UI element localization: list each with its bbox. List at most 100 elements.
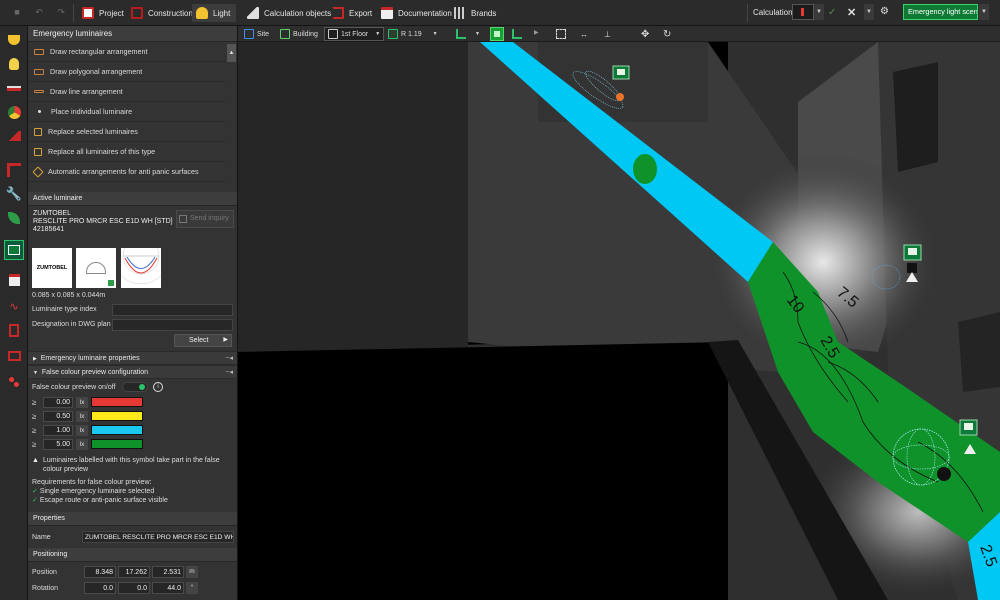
tool-colour[interactable] bbox=[4, 102, 24, 122]
tool-plant[interactable] bbox=[4, 208, 24, 228]
save-icon[interactable]: ■ bbox=[12, 7, 22, 17]
colour-swatch-yellow[interactable] bbox=[91, 411, 143, 421]
rotation-z-input[interactable]: 44.0 bbox=[152, 582, 184, 594]
gear-icon[interactable]: ⚙ bbox=[880, 6, 889, 17]
list-item-line[interactable]: Draw line arrangement bbox=[28, 82, 226, 102]
chevron-down-icon: ▼ bbox=[33, 370, 38, 376]
measure-icon: ↔ bbox=[580, 29, 588, 39]
chevron-right-icon: ▶ bbox=[223, 337, 228, 343]
orbit-button[interactable]: ↻ bbox=[663, 27, 671, 41]
send-inquiry-button[interactable]: Send inquiry bbox=[176, 210, 234, 228]
position-y-input[interactable]: 17.262 bbox=[118, 566, 150, 578]
tool-calc-grid[interactable] bbox=[4, 270, 24, 290]
list-item-polygonal[interactable]: Draw polygonal arrangement bbox=[28, 62, 226, 82]
building-button[interactable]: Building bbox=[280, 27, 318, 41]
tool-slope[interactable] bbox=[4, 126, 24, 146]
lamp-icon bbox=[8, 35, 20, 45]
pan-button[interactable]: ✥ bbox=[641, 27, 649, 41]
name-row: Name ZUMTOBEL RESCLITE PRO MRCR ESC E1D … bbox=[28, 526, 237, 548]
building-icon bbox=[280, 29, 290, 39]
luminaire-images: ZUMTOBEL bbox=[28, 227, 237, 290]
tab-construction[interactable]: Construction bbox=[127, 4, 199, 22]
tool-nodes[interactable] bbox=[4, 372, 24, 392]
light-icon bbox=[196, 7, 208, 19]
colour-swatch-red[interactable] bbox=[91, 397, 143, 407]
level-button[interactable]: ⊥ bbox=[604, 27, 611, 41]
tab-light[interactable]: Light bbox=[192, 4, 237, 22]
outline-view-button[interactable] bbox=[512, 27, 522, 41]
leaf-icon bbox=[8, 212, 20, 224]
emergency-properties-section[interactable]: ▶ Emergency luminaire properties −◂ bbox=[28, 351, 237, 365]
3d-viewport[interactable]: 10 7.5 2.5 2.5 bbox=[238, 42, 1000, 600]
chevron-down-icon: ▼ bbox=[814, 4, 824, 20]
measure-button[interactable]: ↔ bbox=[580, 27, 588, 41]
tab-documentation[interactable]: Documentation bbox=[377, 4, 458, 22]
select-button[interactable]: Select ▶ bbox=[174, 334, 232, 347]
check-icon: ✓ bbox=[32, 497, 38, 504]
path-icon bbox=[7, 163, 21, 177]
threshold-row: ≥5.00 lx bbox=[32, 437, 237, 451]
tool-wave[interactable]: ∿ bbox=[4, 296, 24, 316]
false-colour-section[interactable]: ▼ False colour preview configuration −◂ bbox=[28, 365, 237, 379]
requirements-title: Requirements for false colour preview: bbox=[32, 479, 152, 486]
chevron-down-icon[interactable]: ▼ bbox=[864, 4, 874, 20]
tab-brands[interactable]: Brands bbox=[450, 4, 502, 22]
name-field[interactable]: ZUMTOBEL RESCLITE PRO MRCR ESC E1D WH [S… bbox=[82, 531, 234, 543]
colour-swatch-cyan[interactable] bbox=[91, 425, 143, 435]
tool-wall[interactable] bbox=[4, 320, 24, 340]
luminaire-photo[interactable] bbox=[76, 248, 116, 288]
check-icon[interactable]: ✓ bbox=[828, 7, 836, 18]
chevron-right-icon[interactable]: ▶ bbox=[534, 29, 539, 36]
list-item-auto-anti-panic[interactable]: Automatic arrangements for anti panic su… bbox=[28, 162, 226, 182]
room-dropdown[interactable]: R 1.19 ▼ bbox=[388, 27, 438, 41]
light-distribution-diagram[interactable] bbox=[112, 227, 170, 288]
luminaire-array-icon bbox=[7, 85, 21, 91]
tool-luminaire-array[interactable] bbox=[4, 78, 24, 98]
panel-title: Emergency luminaires bbox=[28, 26, 237, 42]
inquiry-icon bbox=[179, 215, 187, 223]
zoom-extents-button[interactable] bbox=[556, 27, 566, 41]
position-z-input[interactable]: 2.531 bbox=[152, 566, 184, 578]
tab-export[interactable]: Export bbox=[328, 4, 378, 22]
false-colour-toggle[interactable] bbox=[122, 382, 148, 392]
info-icon[interactable]: i bbox=[153, 382, 163, 392]
chevron-right-icon: ▶ bbox=[33, 356, 37, 362]
view-toolbar: Site Building 1st Floor ▼ R 1.19 ▼ ▼ ▶ ↔ ⊥… bbox=[238, 26, 1000, 42]
site-button[interactable]: Site bbox=[244, 27, 269, 41]
floor-dropdown[interactable]: 1st Floor ▼ bbox=[324, 27, 385, 41]
undo-icon[interactable]: ↶ bbox=[34, 7, 44, 17]
colour-swatch-green[interactable] bbox=[91, 439, 143, 449]
calculation-mode-dropdown[interactable]: ▼ bbox=[792, 4, 824, 20]
list-item-individual[interactable]: Place individual luminaire bbox=[28, 102, 226, 122]
tool-wrench[interactable]: 🔧 bbox=[4, 184, 24, 204]
tool-emergency-luminaire[interactable] bbox=[4, 240, 24, 260]
view-mode-dropdown[interactable]: ▼ bbox=[456, 27, 480, 41]
room-icon bbox=[7, 351, 21, 361]
rotation-y-input[interactable]: 0.0 bbox=[118, 582, 150, 594]
tool-path[interactable] bbox=[4, 160, 24, 180]
nodes-icon bbox=[8, 376, 20, 388]
tool-bulb[interactable] bbox=[4, 54, 24, 74]
scene-dropdown[interactable]: Emergency light scene bbox=[903, 4, 978, 20]
tool-lamp[interactable] bbox=[4, 30, 24, 50]
tab-calculation-objects[interactable]: Calculation objects bbox=[243, 4, 337, 22]
square-fill-icon bbox=[494, 31, 500, 37]
list-item-replace-selected[interactable]: Replace selected luminaires bbox=[28, 122, 226, 142]
tab-project[interactable]: Project bbox=[78, 4, 130, 22]
wrench-icon: 🔧 bbox=[5, 186, 23, 201]
fill-view-button[interactable] bbox=[490, 27, 504, 41]
tool-room[interactable] bbox=[4, 346, 24, 366]
redo-icon[interactable]: ↷ bbox=[56, 7, 66, 17]
pin-icon[interactable]: −◂ bbox=[225, 366, 233, 380]
designation-field[interactable] bbox=[112, 318, 233, 331]
list-item-replace-all[interactable]: Replace all luminaires of this type bbox=[28, 142, 226, 162]
type-index-field[interactable] bbox=[112, 303, 233, 316]
scroll-up-icon[interactable]: ▲ bbox=[227, 44, 236, 62]
pin-icon[interactable]: −◂ bbox=[225, 352, 233, 366]
chevron-down-icon[interactable]: ▼ bbox=[979, 4, 989, 20]
documentation-icon bbox=[381, 7, 393, 19]
rotation-x-input[interactable]: 0.0 bbox=[84, 582, 116, 594]
close-icon[interactable]: ✕ bbox=[847, 6, 856, 19]
list-item-rectangular[interactable]: Draw rectangular arrangement bbox=[28, 42, 226, 62]
position-x-input[interactable]: 8.348 bbox=[84, 566, 116, 578]
